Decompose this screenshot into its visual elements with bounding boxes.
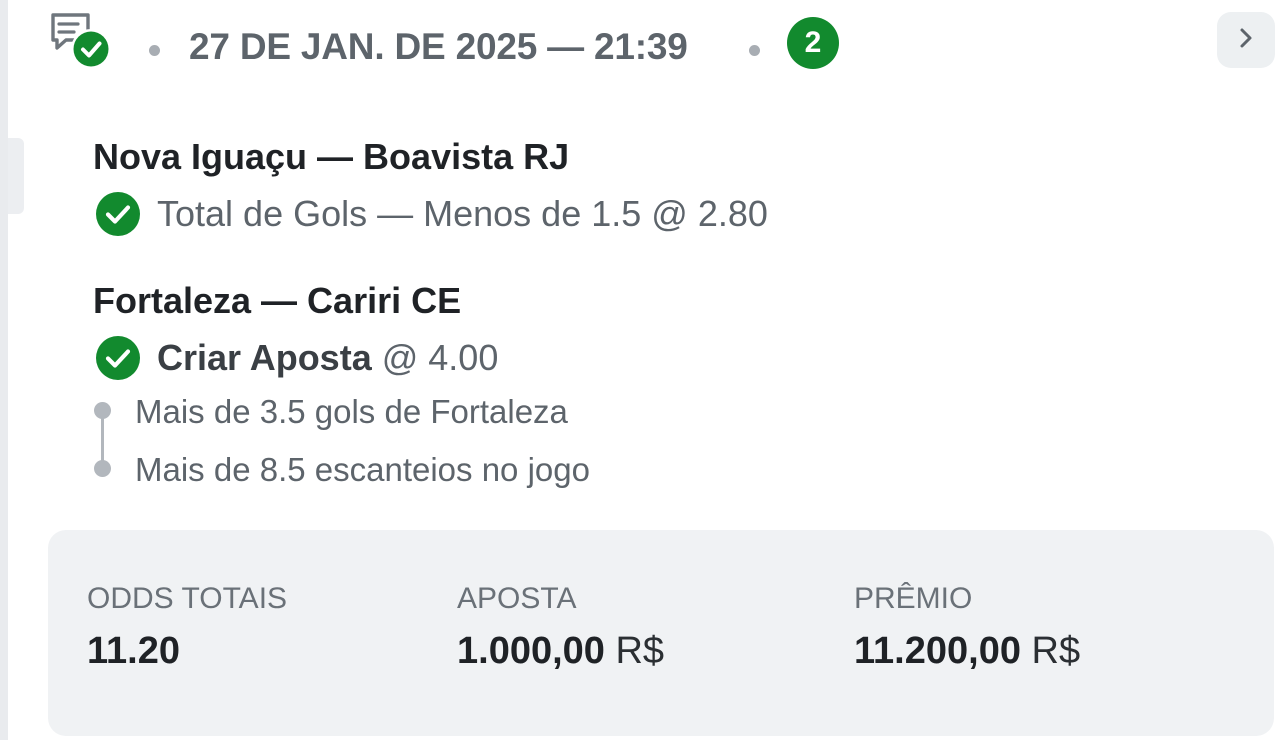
selection-odds: @ 2.80 [651,193,768,234]
prize-amount: 11.200,00 [854,630,1021,672]
bet-builder-leg: Mais de 8.5 escanteios no jogo [135,451,590,488]
selections-count-badge: 2 [787,17,839,69]
total-odds-value: 11.20 [87,630,180,672]
stake-currency: R$ [615,630,665,672]
separator-dot [749,45,760,56]
match-title: Fortaleza — Cariri CE [93,280,462,321]
bet-summary-panel: ODDS TOTAIS 11.20 APOSTA 1.000,00 R$ PRÊ… [48,530,1274,736]
total-odds-label: ODDS TOTAIS [87,582,288,615]
selection-market-name: Total de Gols — Menos de 1.5 [157,193,642,234]
selection-market: Criar Aposta @ 4.00 [157,337,498,379]
bet-builder-leg: Mais de 3.5 gols de Fortaleza [135,393,568,430]
leg-bullet [94,402,111,419]
side-tab [8,138,24,214]
stake-amount: 1.000,00 [457,630,605,672]
selection-market-name: Criar Aposta [157,337,372,378]
prize-currency: R$ [1031,630,1081,672]
selection-odds: @ 4.00 [381,337,499,378]
bet-header: 27 DE JAN. DE 2025 — 21:39 2 [48,12,1276,70]
selection-market: Total de Gols — Menos de 1.5 @ 2.80 [157,193,768,235]
leg-bullet [94,460,111,477]
prize-value: 11.200,00 R$ [854,630,1080,673]
prize-label: PRÊMIO [854,582,973,615]
receipt-check-icon [48,12,118,70]
separator-dot [149,45,160,56]
chevron-right-icon [1236,26,1256,55]
stake-value: 1.000,00 R$ [457,630,664,673]
open-bet-details-button[interactable] [1217,12,1275,68]
check-circle-icon [95,335,141,381]
check-circle-icon [95,191,141,237]
bet-date-time: 27 DE JAN. DE 2025 — 21:39 [189,26,688,67]
left-edge [0,0,8,740]
stake-label: APOSTA [457,582,577,615]
match-title: Nova Iguaçu — Boavista RJ [93,136,570,177]
